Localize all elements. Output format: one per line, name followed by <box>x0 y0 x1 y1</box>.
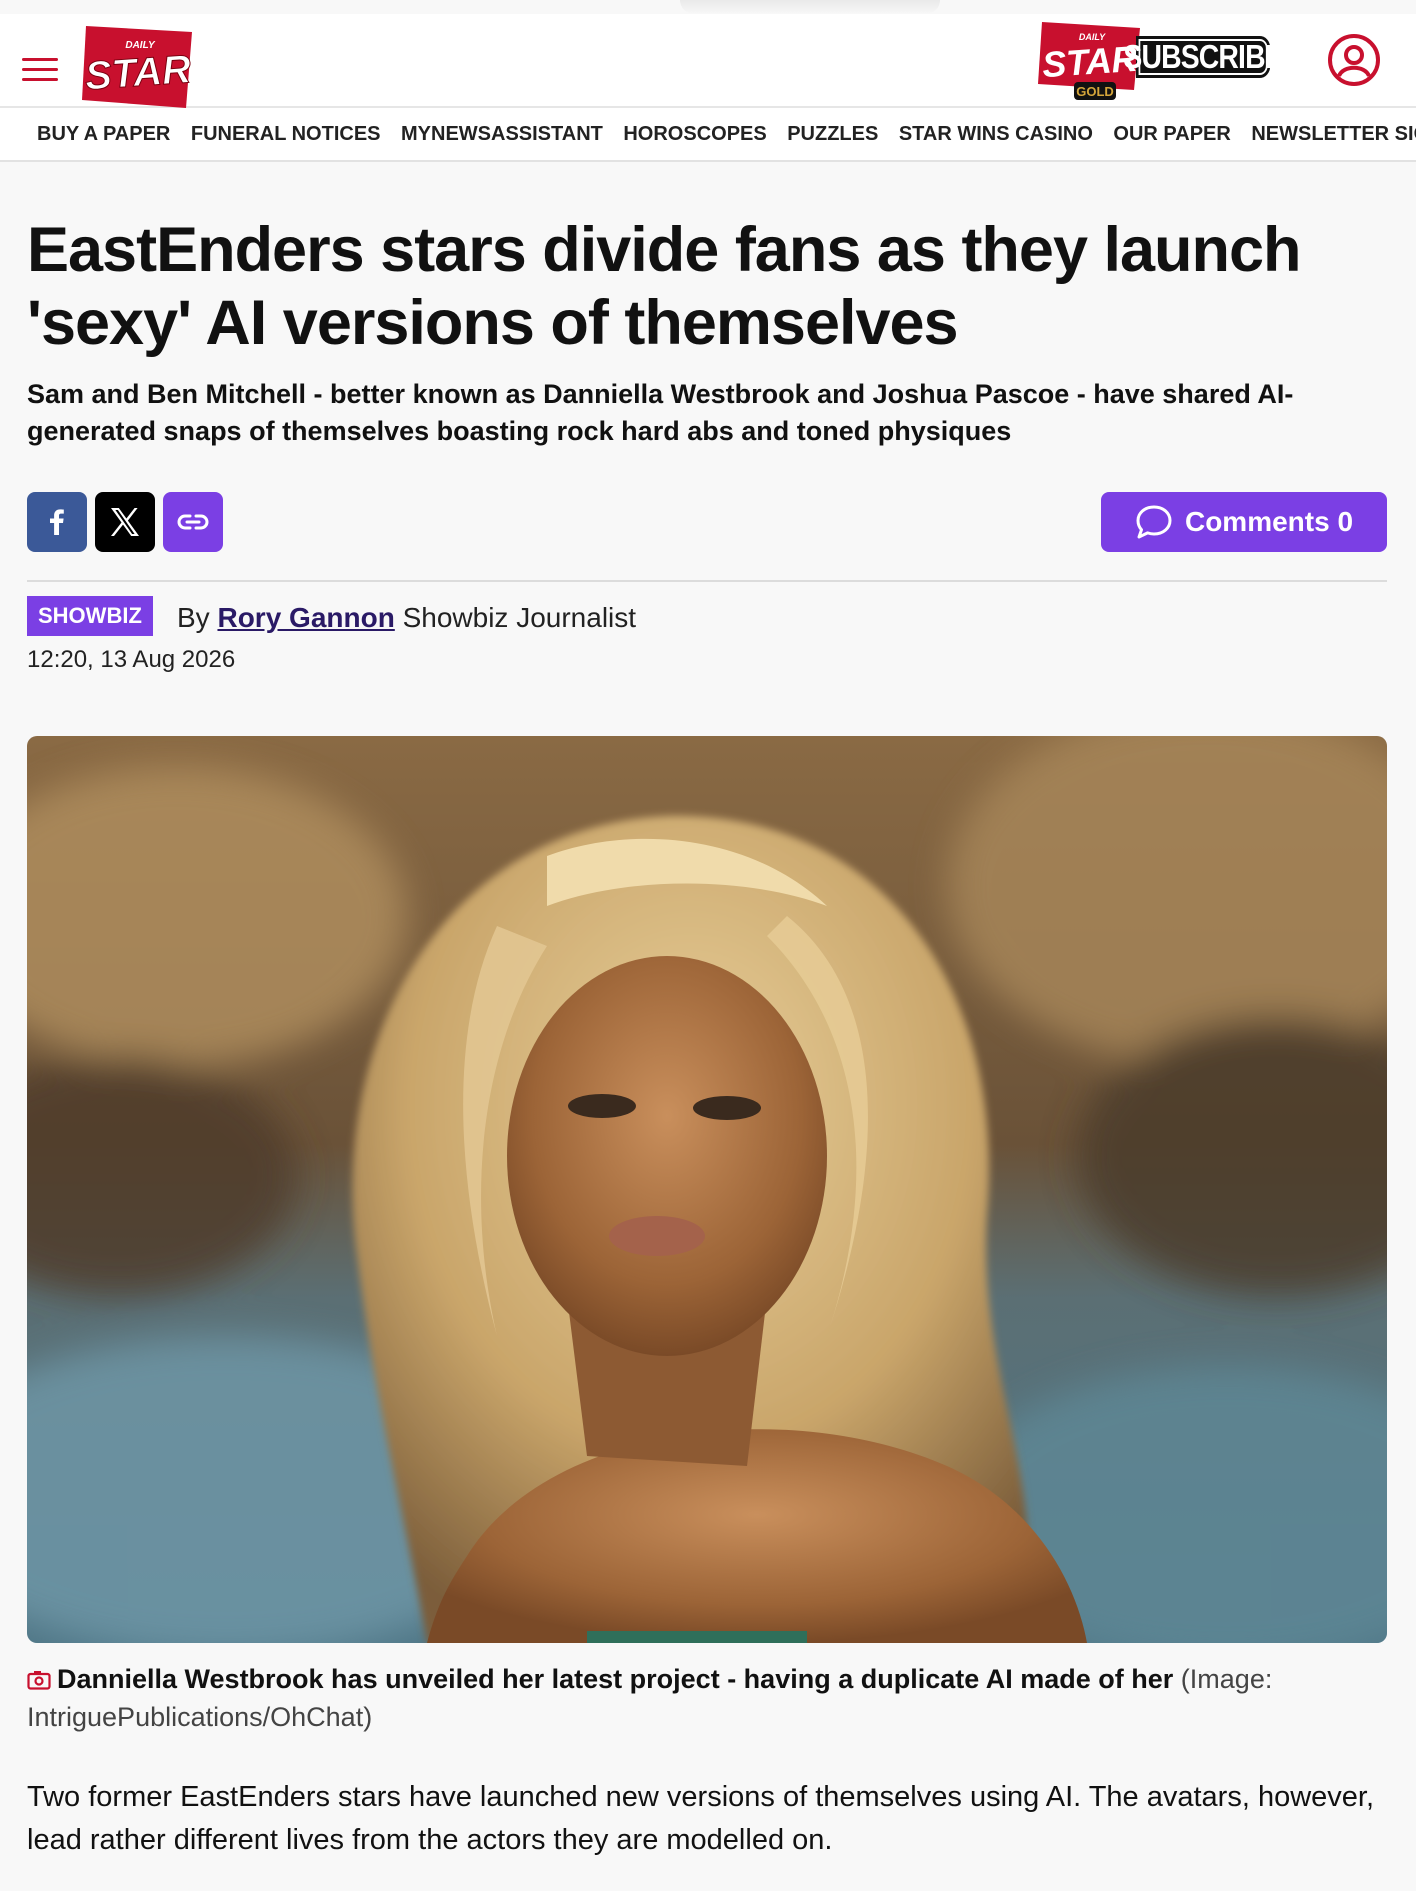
caption-text: Danniella Westbrook has unveiled her lat… <box>57 1664 1174 1694</box>
top-shadow <box>680 0 940 14</box>
nav-item-funeral-notices[interactable]: FUNERAL NOTICES <box>191 108 381 160</box>
secondary-nav: BUY A PAPER FUNERAL NOTICES MYNEWSASSISTAN… <box>0 108 1416 162</box>
gold-label-text: GOLD <box>1076 84 1114 99</box>
article-headline: EastEnders stars divide fans as they lau… <box>27 215 1302 358</box>
nav-item-star-wins-casino[interactable]: STAR WINS CASINO <box>899 108 1093 160</box>
image-caption: Danniella Westbrook has unveiled her lat… <box>27 1660 1387 1736</box>
facebook-icon <box>50 509 64 535</box>
nav-item-horoscopes[interactable]: HOROSCOPES <box>623 108 766 160</box>
byline: By Rory Gannon Showbiz Journalist <box>177 598 636 638</box>
camera-icon <box>27 1671 51 1690</box>
divider <box>27 580 1387 582</box>
logo-main-text: STAR <box>84 47 193 98</box>
author-role: Showbiz Journalist <box>402 602 637 633</box>
x-logo-icon <box>111 508 139 536</box>
article-body-paragraph: Two former EastEnders stars have launche… <box>27 1781 1375 1856</box>
share-x-button[interactable] <box>95 492 155 552</box>
subscribe-button[interactable]: SUBSCRIBE <box>1123 36 1284 78</box>
daily-star-logo[interactable]: DAILY STAR <box>82 24 194 108</box>
link-icon <box>177 514 209 530</box>
publish-timestamp: 12:20, 13 Aug 2026 <box>27 646 236 673</box>
article-standfirst: Sam and Ben Mitchell - better known as D… <box>27 379 1294 446</box>
nav-item-newsletter-signup[interactable]: NEWSLETTER SIGNUP <box>1251 108 1416 160</box>
hero-image[interactable] <box>27 736 1387 1643</box>
user-account-icon[interactable] <box>1326 32 1382 88</box>
comments-button[interactable]: Comments 0 <box>1101 492 1387 552</box>
copy-link-button[interactable] <box>163 492 223 552</box>
author-link[interactable]: Rory Gannon <box>217 602 394 633</box>
byline-by: By <box>177 602 210 633</box>
nav-item-puzzles[interactable]: PUZZLES <box>787 108 878 160</box>
category-tag[interactable]: SHOWBIZ <box>27 596 153 636</box>
share-facebook-button[interactable] <box>27 492 87 552</box>
comments-label: Comments 0 <box>1184 506 1354 537</box>
nav-item-mynewsassistant[interactable]: MYNEWSASSISTANT <box>401 108 603 160</box>
nav-item-buy-a-paper[interactable]: BUY A PAPER <box>37 108 170 160</box>
nav-item-our-paper[interactable]: OUR PAPER <box>1113 108 1230 160</box>
hamburger-menu-icon[interactable] <box>22 58 58 82</box>
speech-bubble-icon <box>1136 505 1172 539</box>
site-header: DAILY STAR DAILY STAR GOLD SUBSCRIBE <box>0 14 1416 108</box>
